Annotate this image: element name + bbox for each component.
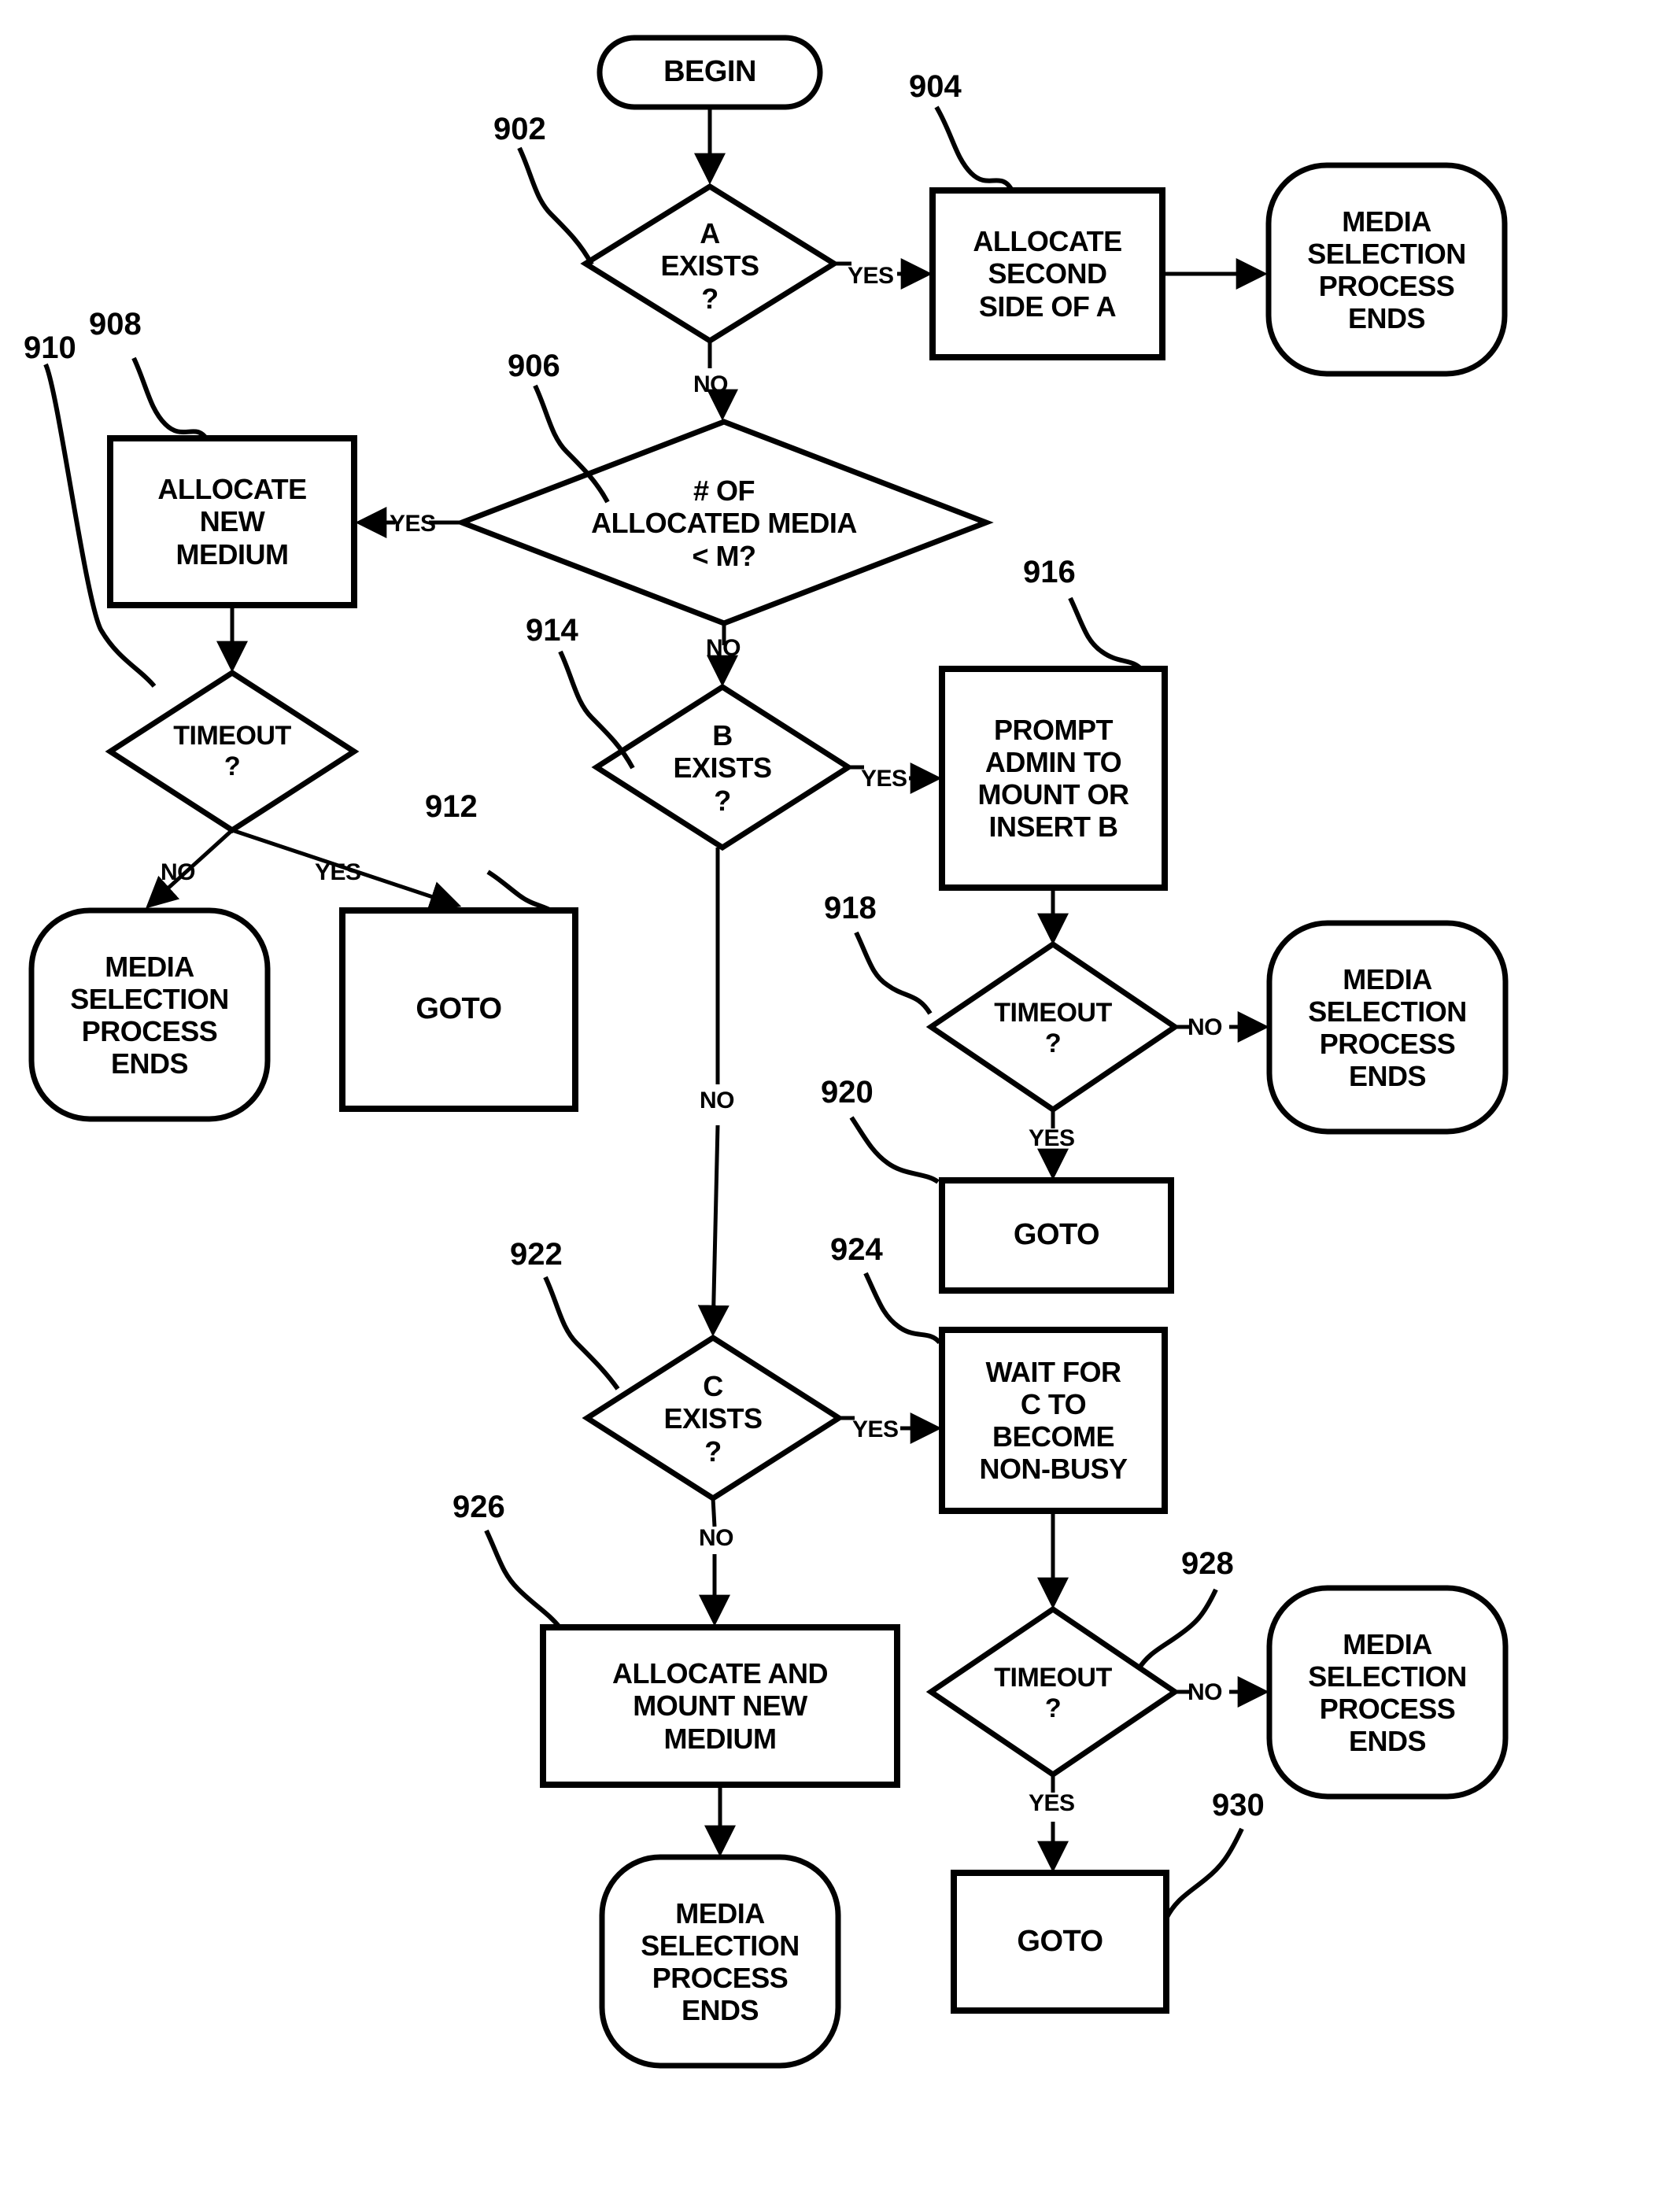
goto-930-shape xyxy=(951,1870,1169,2014)
reference-numeral-902: 902 xyxy=(493,112,546,146)
leader-924 xyxy=(863,1272,942,1345)
begin-terminator-shape xyxy=(597,35,823,110)
timeout-910-decision-shape xyxy=(105,669,360,834)
edge-label-c-yes: YES xyxy=(852,1416,899,1442)
edge-label-timeout928-no: NO xyxy=(1188,1679,1223,1705)
leader-918 xyxy=(854,931,933,1015)
edge-label-a-yes: YES xyxy=(848,263,894,289)
a-exists-decision-shape xyxy=(580,183,840,345)
edge-label-timeout918-no: NO xyxy=(1188,1014,1223,1040)
reference-numeral-910: 910 xyxy=(24,331,76,365)
edge-label-b-no: NO xyxy=(700,1088,735,1113)
num-allocated-decision-shape xyxy=(454,419,994,626)
reference-numeral-924: 924 xyxy=(830,1232,883,1267)
reference-numeral-926: 926 xyxy=(452,1490,505,1524)
reference-numeral-912: 912 xyxy=(425,789,478,824)
reference-numeral-922: 922 xyxy=(510,1237,563,1272)
edge-label-c-no: NO xyxy=(699,1525,734,1551)
leader-916 xyxy=(1068,596,1145,673)
c-exists-decision-shape xyxy=(582,1334,844,1502)
edge-label-alloc-yes: YES xyxy=(390,511,436,537)
edge-label-b-yes: YES xyxy=(861,766,907,792)
b-exists-decision-shape xyxy=(591,683,854,851)
allocate-second-side-shape xyxy=(929,187,1165,360)
reference-numeral-928: 928 xyxy=(1181,1546,1234,1581)
reference-numeral-908: 908 xyxy=(89,307,142,342)
leader-908 xyxy=(131,356,209,440)
reference-numeral-916: 916 xyxy=(1023,555,1076,589)
edge-label-a-no: NO xyxy=(693,371,729,397)
timeout-918-decision-shape xyxy=(925,940,1180,1113)
leader-926 xyxy=(484,1529,563,1630)
reference-numeral-904: 904 xyxy=(909,69,962,104)
leader-904 xyxy=(934,105,1014,192)
timeout-928-decision-shape xyxy=(925,1605,1180,1778)
edge-label-timeout928-yes: YES xyxy=(1029,1790,1075,1816)
edge-label-timeout910-no: NO xyxy=(161,859,196,885)
end-left-shape xyxy=(28,907,271,1122)
edge-b-no-lower xyxy=(697,1124,730,1337)
leader-928 xyxy=(1136,1588,1218,1671)
wait-for-c-shape xyxy=(939,1327,1168,1514)
leader-930 xyxy=(1164,1827,1244,1920)
reference-numeral-930: 930 xyxy=(1212,1788,1265,1822)
reference-numeral-906: 906 xyxy=(508,349,560,383)
leader-922 xyxy=(543,1276,620,1390)
reference-numeral-914: 914 xyxy=(526,613,578,648)
edge-label-timeout918-yes: YES xyxy=(1029,1125,1075,1151)
goto-920-shape xyxy=(939,1177,1174,1294)
leader-920 xyxy=(849,1116,940,1184)
end-bottom-right-shape xyxy=(1266,1585,1509,1800)
reference-numeral-920: 920 xyxy=(821,1075,874,1110)
allocate-new-medium-shape xyxy=(107,435,357,608)
edge-c-no-upper xyxy=(711,1497,717,1527)
edge-label-alloc-no: NO xyxy=(706,635,741,661)
leader-914 xyxy=(558,650,635,770)
goto-912-shape xyxy=(339,907,578,1112)
end-bottom-shape xyxy=(599,1854,841,2069)
end-top-right-shape xyxy=(1265,162,1508,377)
leader-912 xyxy=(486,870,554,914)
edge-label-timeout910-yes: YES xyxy=(315,859,361,885)
prompt-admin-shape xyxy=(939,666,1168,891)
allocate-mount-new-shape xyxy=(540,1624,900,1788)
flowchart-canvas: BEGIN A EXISTS ? ALLOCATE SECOND SIDE OF… xyxy=(0,0,1677,2212)
end-mid-right-shape xyxy=(1266,920,1509,1135)
reference-numeral-918: 918 xyxy=(824,891,877,925)
leader-902 xyxy=(517,146,594,266)
